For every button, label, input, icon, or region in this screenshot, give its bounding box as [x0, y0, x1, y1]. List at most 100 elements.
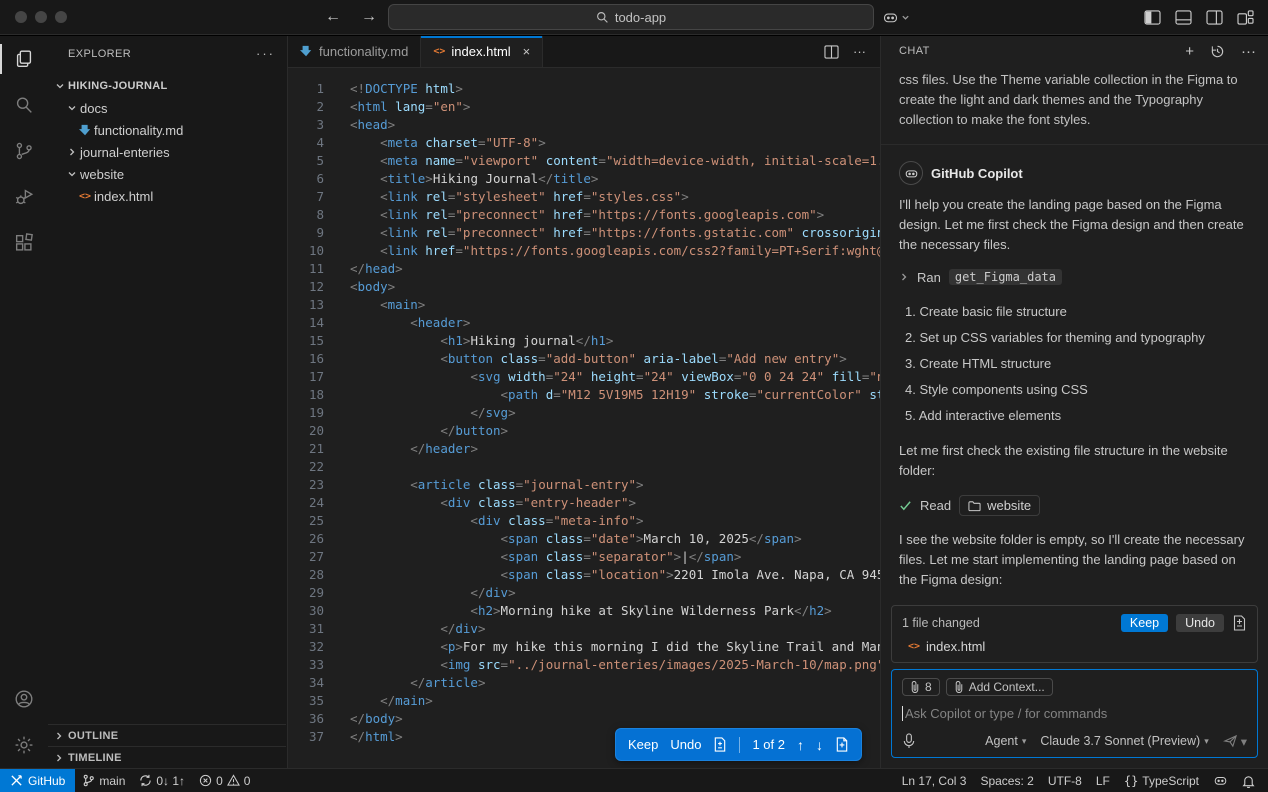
- code-line[interactable]: 13 <main>: [288, 296, 880, 314]
- model-picker[interactable]: Claude 3.7 Sonnet (Preview) ▾: [1040, 734, 1208, 748]
- add-context-button[interactable]: Add Context...: [946, 678, 1053, 696]
- source-control-view-icon[interactable]: [0, 128, 48, 174]
- undo-all-button[interactable]: Undo: [1176, 614, 1224, 632]
- run-debug-view-icon[interactable]: [0, 174, 48, 220]
- mode-picker[interactable]: Agent ▾: [985, 734, 1026, 748]
- code-line[interactable]: 12<body>: [288, 278, 880, 296]
- explorer-view-icon[interactable]: [0, 36, 48, 82]
- code-line[interactable]: 15 <h1>Hiking journal</h1>: [288, 332, 880, 350]
- code-line[interactable]: 14 <header>: [288, 314, 880, 332]
- code-line[interactable]: 23 <article class="journal-entry">: [288, 476, 880, 494]
- code-line[interactable]: 26 <span class="date">March 10, 2025</sp…: [288, 530, 880, 548]
- sync-indicator[interactable]: 0↓ 1↑: [132, 769, 192, 792]
- code-line[interactable]: 19 </svg>: [288, 404, 880, 422]
- code-line[interactable]: 21 </header>: [288, 440, 880, 458]
- code-line[interactable]: 22: [288, 458, 880, 476]
- next-change-icon[interactable]: ↓: [816, 737, 823, 753]
- new-chat-icon[interactable]: +: [1185, 43, 1194, 60]
- problems-indicator[interactable]: 0 0: [192, 769, 257, 792]
- open-changes-icon[interactable]: [835, 737, 849, 752]
- previous-change-icon[interactable]: ↑: [797, 737, 804, 753]
- close-tab-icon[interactable]: ×: [523, 44, 531, 59]
- tree-item-functionality-md[interactable]: functionality.md: [48, 119, 287, 141]
- copilot-status[interactable]: [1206, 769, 1235, 792]
- maximize-window-icon[interactable]: [55, 11, 67, 23]
- code-line[interactable]: 10 <link href="https://fonts.googleapis.…: [288, 242, 880, 260]
- code-line[interactable]: 18 <path d="M12 5V19M5 12H19" stroke="cu…: [288, 386, 880, 404]
- code-line[interactable]: 34 </article>: [288, 674, 880, 692]
- window-controls[interactable]: [15, 11, 67, 23]
- extensions-view-icon[interactable]: [0, 220, 48, 266]
- editor-more-actions-icon[interactable]: ···: [853, 44, 866, 59]
- code-line[interactable]: 8 <link rel="preconnect" href="https://f…: [288, 206, 880, 224]
- tree-item-docs[interactable]: docs: [48, 97, 287, 119]
- code-line[interactable]: 4 <meta charset="UTF-8">: [288, 134, 880, 152]
- keep-all-button[interactable]: Keep: [1121, 614, 1168, 632]
- tree-item-website[interactable]: website: [48, 163, 287, 185]
- copilot-menu-button[interactable]: [882, 9, 910, 26]
- settings-gear-icon[interactable]: [0, 722, 48, 768]
- minimize-window-icon[interactable]: [35, 11, 47, 23]
- code-line[interactable]: 29 </div>: [288, 584, 880, 602]
- language-mode[interactable]: {} TypeScript: [1117, 769, 1206, 792]
- diff-file-icon[interactable]: [713, 737, 727, 752]
- code-line[interactable]: 1<!DOCTYPE html>: [288, 80, 880, 98]
- code-line[interactable]: 3<head>: [288, 116, 880, 134]
- encoding-setting[interactable]: UTF-8: [1041, 769, 1089, 792]
- history-forward-button[interactable]: →: [358, 8, 380, 26]
- tree-item-hiking-journal[interactable]: HIKING-JOURNAL: [48, 75, 287, 97]
- code-line[interactable]: 16 <button class="add-button" aria-label…: [288, 350, 880, 368]
- tab-index-html[interactable]: <> index.html ×: [421, 36, 543, 67]
- code-line[interactable]: 20 </button>: [288, 422, 880, 440]
- code-line[interactable]: 33 <img src="../journal-enteries/images/…: [288, 656, 880, 674]
- code-line[interactable]: 35 </main>: [288, 692, 880, 710]
- code-line[interactable]: 6 <title>Hiking Journal</title>: [288, 170, 880, 188]
- history-back-button[interactable]: ←: [322, 8, 344, 26]
- code-line[interactable]: 28 <span class="location">2201 Imola Ave…: [288, 566, 880, 584]
- send-button[interactable]: ▾: [1223, 734, 1247, 749]
- branch-indicator[interactable]: main: [75, 769, 132, 792]
- tree-item-index-html[interactable]: <>index.html: [48, 185, 287, 207]
- search-view-icon[interactable]: [0, 82, 48, 128]
- code-line[interactable]: 25 <div class="meta-info">: [288, 512, 880, 530]
- chat-input-box[interactable]: 8 Add Context... Ask Copilot or type / f…: [891, 669, 1258, 758]
- code-line[interactable]: 9 <link rel="preconnect" href="https://f…: [288, 224, 880, 242]
- notifications-bell[interactable]: [1235, 769, 1262, 792]
- code-lines[interactable]: 1<!DOCTYPE html>2<html lang="en">3<head>…: [288, 68, 880, 746]
- cursor-position[interactable]: Ln 17, Col 3: [895, 769, 974, 792]
- toggle-primary-sidebar-icon[interactable]: [1144, 10, 1161, 25]
- code-line[interactable]: 27 <span class="separator">|</span>: [288, 548, 880, 566]
- code-line[interactable]: 36</body>: [288, 710, 880, 728]
- command-center-search[interactable]: todo-app: [388, 4, 874, 30]
- tree-item-journal-enteries[interactable]: journal-enteries: [48, 141, 287, 163]
- chat-more-actions-icon[interactable]: ···: [1241, 43, 1256, 60]
- code-line[interactable]: 7 <link rel="stylesheet" href="styles.cs…: [288, 188, 880, 206]
- code-line[interactable]: 17 <svg width="24" height="24" viewBox="…: [288, 368, 880, 386]
- code-line[interactable]: 11</head>: [288, 260, 880, 278]
- website-folder-chip[interactable]: website: [959, 495, 1040, 516]
- view-diff-icon[interactable]: [1232, 615, 1247, 631]
- eol-setting[interactable]: LF: [1089, 769, 1117, 792]
- code-line[interactable]: 32 <p>For my hike this morning I did the…: [288, 638, 880, 656]
- code-line[interactable]: 30 <h2>Morning hike at Skyline Wildernes…: [288, 602, 880, 620]
- customize-layout-icon[interactable]: [1237, 10, 1254, 25]
- split-editor-icon[interactable]: [824, 45, 839, 59]
- timeline-section-header[interactable]: TIMELINE: [48, 746, 286, 768]
- account-icon[interactable]: [0, 676, 48, 722]
- remote-indicator[interactable]: GitHub: [0, 769, 75, 792]
- chat-prompt-input[interactable]: Ask Copilot or type / for commands: [902, 706, 1247, 721]
- code-line[interactable]: 5 <meta name="viewport" content="width=d…: [288, 152, 880, 170]
- code-line[interactable]: 24 <div class="entry-header">: [288, 494, 880, 512]
- attachments-chip[interactable]: 8: [902, 678, 940, 696]
- tool-call-row[interactable]: Ran get_Figma_data: [899, 269, 1250, 285]
- code-line[interactable]: 31 </div>: [288, 620, 880, 638]
- code-line[interactable]: 2<html lang="en">: [288, 98, 880, 116]
- changed-file-row[interactable]: <> index.html: [902, 632, 1247, 656]
- chat-history-icon[interactable]: [1210, 44, 1225, 59]
- explorer-more-actions-icon[interactable]: ···: [256, 46, 275, 61]
- microphone-icon[interactable]: [902, 733, 916, 749]
- toggle-panel-icon[interactable]: [1175, 10, 1192, 25]
- toggle-secondary-sidebar-icon[interactable]: [1206, 10, 1223, 25]
- outline-section-header[interactable]: OUTLINE: [48, 724, 286, 746]
- keep-change-button[interactable]: Keep: [628, 737, 658, 752]
